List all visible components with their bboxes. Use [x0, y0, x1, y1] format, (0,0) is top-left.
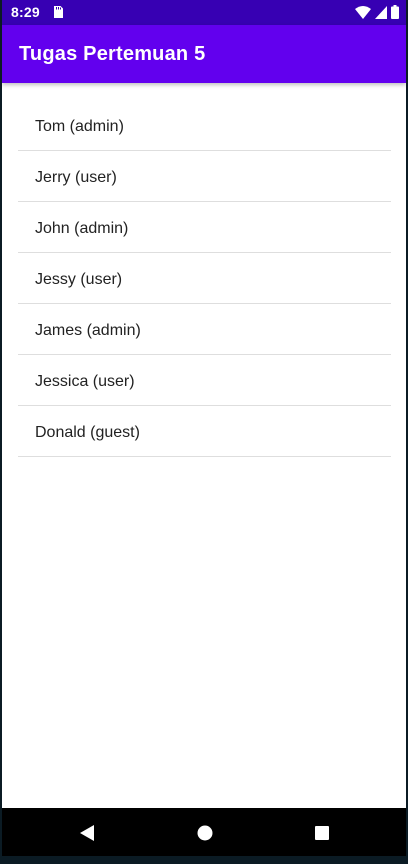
list-item[interactable]: James (admin): [18, 304, 391, 355]
back-icon[interactable]: [78, 824, 96, 842]
navigation-bar: [2, 808, 406, 856]
user-label: Donald (guest): [35, 424, 140, 441]
status-time: 8:29: [11, 4, 40, 20]
user-label: John (admin): [35, 220, 129, 237]
app-title: Tugas Pertemuan 5: [19, 43, 206, 65]
home-icon[interactable]: [196, 824, 214, 842]
user-list: Tom (admin) Jerry (user) John (admin) Je…: [18, 100, 391, 457]
recents-icon[interactable]: [313, 824, 331, 842]
list-item[interactable]: Jerry (user): [18, 151, 391, 202]
wifi-icon: [355, 5, 371, 19]
status-bar: 8:29: [2, 0, 406, 25]
user-label: James (admin): [35, 322, 141, 339]
list-item[interactable]: Jessy (user): [18, 253, 391, 304]
list-item[interactable]: Tom (admin): [18, 100, 391, 151]
battery-icon: [391, 5, 399, 19]
user-label: Jessy (user): [35, 271, 123, 288]
phone-screen: 8:29 Tugas Pertemuan 5 Tom (admin) Jerry…: [2, 0, 406, 856]
list-item[interactable]: Jessica (user): [18, 355, 391, 406]
user-label: Jerry (user): [35, 169, 117, 186]
main-content: Tom (admin) Jerry (user) John (admin) Je…: [2, 83, 406, 808]
list-item[interactable]: John (admin): [18, 202, 391, 253]
list-item[interactable]: Donald (guest): [18, 406, 391, 457]
app-bar: Tugas Pertemuan 5: [2, 25, 406, 83]
user-label: Tom (admin): [35, 118, 124, 135]
signal-icon: [375, 5, 387, 19]
user-label: Jessica (user): [35, 373, 135, 390]
sd-card-icon: [54, 6, 63, 18]
status-icons: [355, 5, 399, 19]
device-frame: 8:29 Tugas Pertemuan 5 Tom (admin) Jerry…: [0, 0, 408, 864]
